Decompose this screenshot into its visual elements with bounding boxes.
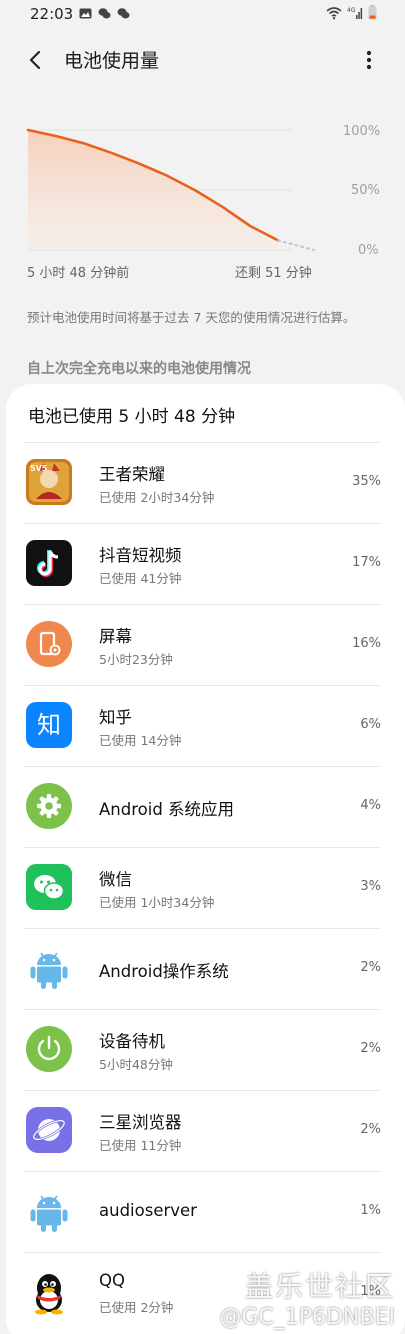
app-percentage: 6% <box>360 717 381 732</box>
signal-4g-icon: 4G <box>347 7 363 19</box>
list-item[interactable]: 三星浏览器已使用 11分钟 2% <box>24 1090 381 1171</box>
more-options-icon[interactable] <box>357 46 381 74</box>
app-name: Android操作系统 <box>99 962 229 981</box>
app-percentage: 4% <box>360 798 381 813</box>
app-name: 抖音短视频 <box>99 546 182 565</box>
app-percentage: 3% <box>360 879 381 894</box>
app-usage-list: 5V5 王者荣耀已使用 2小时34分钟 35% 抖音短视频已使用 41分钟 17% 屏幕 5… <box>6 442 405 1333</box>
android-icon <box>26 1188 72 1234</box>
card-header: 电池已使用 5 小时 48 分钟 <box>28 407 236 427</box>
app-bar: 电池使用量 <box>0 36 405 84</box>
app-percentage: 2% <box>360 960 381 975</box>
app-percentage: 17% <box>352 555 381 570</box>
app-percentage: 35% <box>352 474 381 489</box>
system-status-icons: 4G <box>326 5 377 20</box>
app-name: 王者荣耀 <box>99 465 165 484</box>
list-item[interactable]: Android 系统应用 4% <box>24 766 381 847</box>
app-usage-time: 已使用 14分钟 <box>99 733 182 748</box>
screen-icon <box>26 621 72 667</box>
projection-line <box>277 239 315 251</box>
app-usage-time: 已使用 2小时34分钟 <box>99 490 215 505</box>
watermark-user: @GC_1P6DNBEI <box>219 1305 395 1330</box>
wechat-icon <box>98 8 111 19</box>
back-icon[interactable] <box>22 46 50 74</box>
app-name: QQ <box>99 1271 125 1290</box>
svg-text:5V5: 5V5 <box>30 464 48 473</box>
status-time: 22:03 <box>30 5 74 23</box>
usage-card: 电池已使用 5 小时 48 分钟 5V5 王者荣耀已使用 2小时34分钟 35% 抖音… <box>6 384 405 1334</box>
svg-text:知: 知 <box>37 711 61 739</box>
wechat-icon <box>26 864 72 910</box>
battery-usage-chart: 100% 50% 0% 5 小时 48 分钟前 还剩 51 分钟 <box>0 116 405 286</box>
estimate-note: 预计电池使用时间将基于过去 7 天您的使用情况进行估算。 <box>27 310 356 325</box>
honor-of-kings-icon: 5V5 <box>26 459 72 505</box>
wechat-icon <box>117 8 130 19</box>
status-bar: 22:03 4G <box>0 0 405 30</box>
android-icon <box>26 945 72 991</box>
list-item[interactable]: 微信已使用 1小时34分钟 3% <box>24 847 381 928</box>
list-item[interactable]: 抖音短视频已使用 41分钟 17% <box>24 523 381 604</box>
app-usage-time: 已使用 2分钟 <box>99 1300 174 1315</box>
app-name: 设备待机 <box>99 1032 165 1051</box>
app-usage-time: 已使用 1小时34分钟 <box>99 895 215 910</box>
app-usage-time: 已使用 41分钟 <box>99 571 182 586</box>
y-label-50: 50% <box>351 183 380 198</box>
app-usage-time: 5小时23分钟 <box>99 652 173 667</box>
svg-text:4G: 4G <box>347 7 356 14</box>
watermark-title: 盖乐世社区 <box>244 1270 395 1303</box>
app-name: 知乎 <box>99 708 132 727</box>
standby-icon <box>26 1026 72 1072</box>
app-name: 三星浏览器 <box>99 1113 182 1132</box>
x-label-start: 5 小时 48 分钟前 <box>27 266 130 281</box>
section-title: 自上次完全充电以来的电池使用情况 <box>27 361 251 377</box>
y-label-100: 100% <box>343 124 381 139</box>
x-label-end: 还剩 51 分钟 <box>235 266 312 281</box>
app-name: 微信 <box>99 870 132 889</box>
app-percentage: 2% <box>360 1041 381 1056</box>
samsung-browser-icon <box>26 1107 72 1153</box>
gear-icon <box>26 783 72 829</box>
chart-canvas <box>26 128 315 251</box>
app-percentage: 16% <box>352 636 381 651</box>
app-usage-time: 已使用 11分钟 <box>99 1138 182 1153</box>
app-name: Android 系统应用 <box>99 800 235 819</box>
list-item[interactable]: 屏幕 5小时23分钟 16% <box>24 604 381 685</box>
battery-low-icon <box>368 5 377 20</box>
page-title: 电池使用量 <box>64 50 160 72</box>
zhihu-icon: 知 <box>26 702 72 748</box>
list-item[interactable]: audioserver 1% <box>24 1171 381 1252</box>
app-percentage: 1% <box>360 1203 381 1218</box>
app-name: audioserver <box>99 1201 197 1220</box>
watermark: 盖乐世社区 @GC_1P6DNBEI <box>219 1265 395 1330</box>
app-percentage: 2% <box>360 1122 381 1137</box>
douyin-icon <box>26 540 72 586</box>
list-item[interactable]: 5V5 王者荣耀已使用 2小时34分钟 35% <box>24 442 381 523</box>
notification-icons <box>79 7 130 20</box>
app-name: 屏幕 <box>99 627 132 646</box>
app-usage-time: 5小时48分钟 <box>99 1057 173 1072</box>
wifi-icon <box>326 6 342 19</box>
qq-icon <box>26 1269 72 1315</box>
y-label-0: 0% <box>358 243 379 258</box>
list-item[interactable]: 设备待机 5小时48分钟 2% <box>24 1009 381 1090</box>
list-item[interactable]: 知 知乎已使用 14分钟 6% <box>24 685 381 766</box>
list-item[interactable]: Android操作系统 2% <box>24 928 381 1009</box>
image-icon <box>79 8 92 19</box>
